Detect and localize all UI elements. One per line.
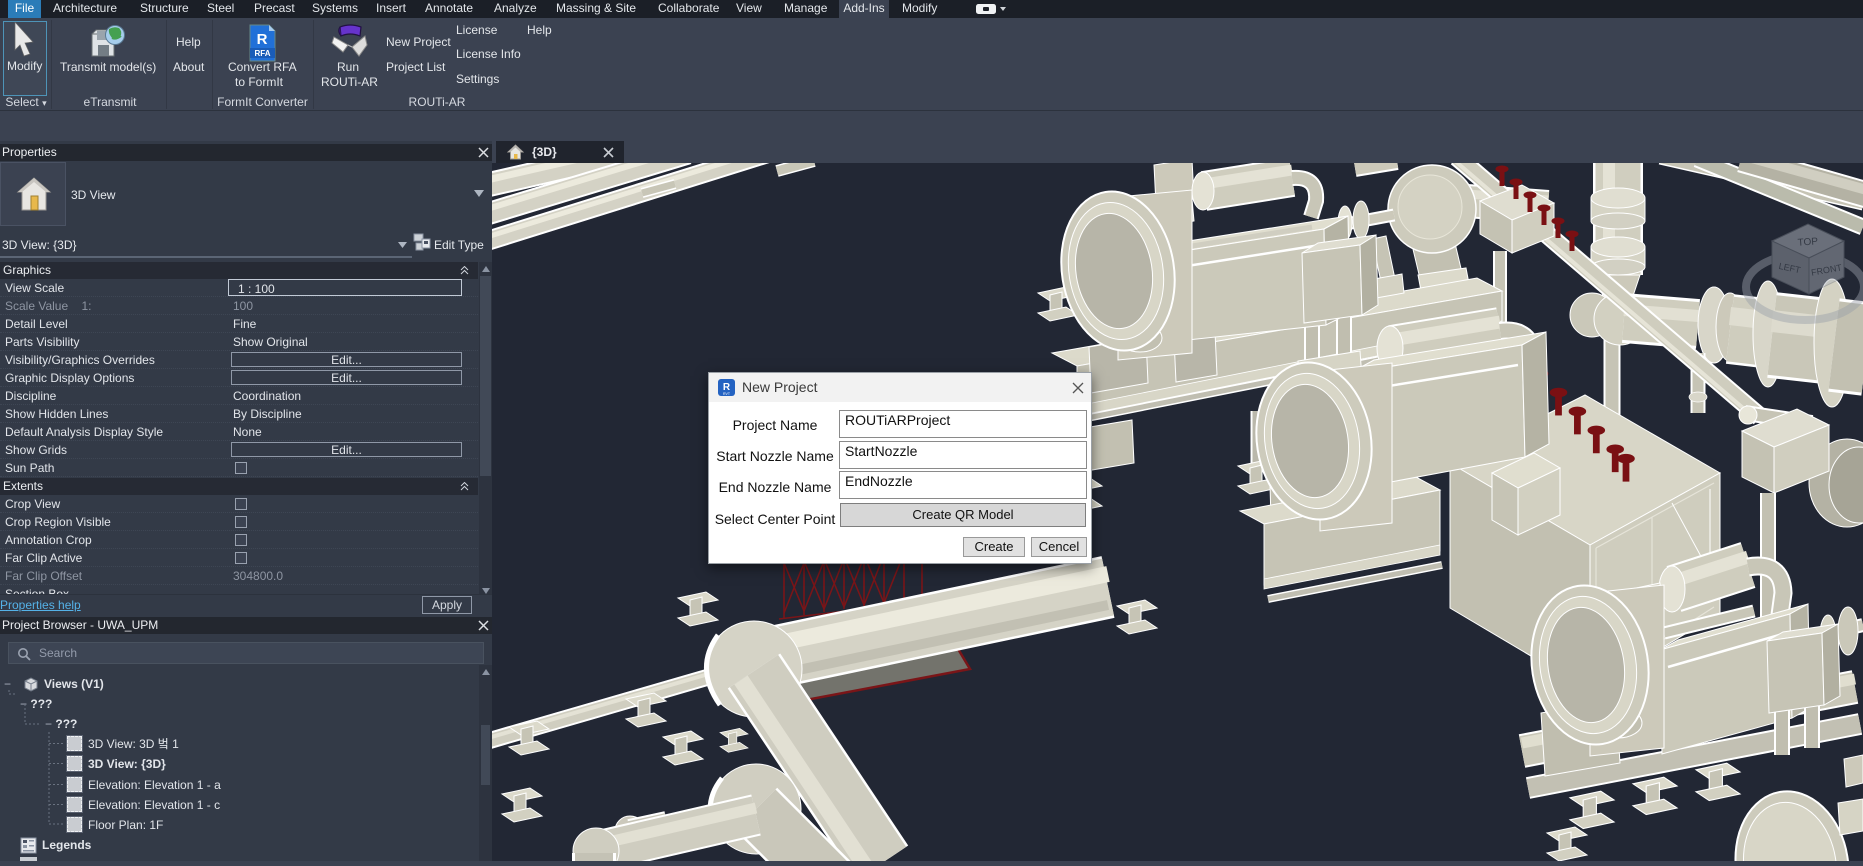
svg-text:RVT: RVT	[723, 392, 731, 396]
svg-text:RFA: RFA	[255, 49, 271, 58]
svg-text:TOP: TOP	[1797, 236, 1818, 248]
svg-text:R: R	[257, 31, 268, 48]
